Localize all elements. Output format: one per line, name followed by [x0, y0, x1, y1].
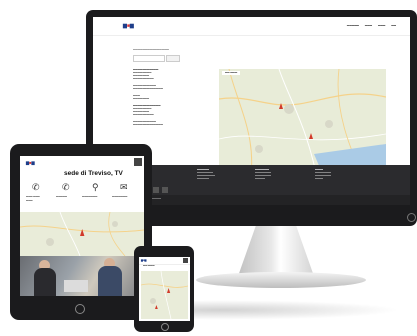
contact-block: ▬▬▬▬▬▬▬▬▬▬ ▬▬▬▬▬▬▬▬▬▬▬▬▬ [133, 121, 163, 126]
phone-screen: ▆■▆ ▬▬ ▬▬▬ [139, 257, 190, 321]
map-graphic [20, 212, 144, 256]
map-graphic [141, 271, 188, 319]
contact-block: ▬▬▬▬▬▬▬▬▬▬▬ ▬▬▬▬▬▬▬▬ ▬▬▬▬▬▬▬ ▬▬▬▬▬▬▬▬▬ [133, 69, 159, 80]
search-input[interactable] [133, 55, 165, 62]
power-button [407, 213, 416, 222]
fax-icon[interactable]: ✆ [62, 182, 70, 193]
footer-column: ▬▬▬▬▬▬▬ ▬▬▬▬▬▬▬▬ ▬▬▬▬▬▬▬▬ ▬▬▬▬▬ [255, 169, 271, 180]
desktop-menu: ▬▬▬▬▬ ▬▬▬ ▬▬▬ ▬▬ [347, 24, 396, 27]
desktop-logo[interactable]: ▆■▆ [123, 23, 134, 29]
contact-label: ▬▬▬ [26, 200, 33, 202]
phone-logo[interactable]: ▆■▆ [141, 259, 147, 262]
contact-block: ▬▬▬▬▬▬▬▬▬▬ ▬▬▬▬▬▬▬▬▬▬▬▬▬ [133, 85, 163, 90]
phone-map[interactable] [141, 271, 188, 319]
tablet-logo[interactable]: ▆■▆ [26, 160, 35, 165]
social-icon[interactable] [162, 187, 168, 193]
footer-column: ▬▬▬▬▬▬ ▬▬▬▬▬▬▬▬ ▬▬▬▬▬▬▬▬▬ ▬▬▬▬▬▬ [197, 169, 215, 180]
menu-icon[interactable] [134, 158, 142, 166]
menu-item[interactable]: ▬▬▬ [378, 24, 385, 27]
phone-navbar: ▆■▆ [139, 257, 190, 265]
map-pin-icon[interactable]: ⚲ [92, 182, 99, 193]
social-links [153, 187, 168, 193]
contact-icons: ✆ ✆ ⚲ ✉ [20, 182, 144, 196]
home-button [75, 304, 85, 314]
menu-icon[interactable] [183, 258, 188, 263]
breadcrumb: ▬▬▬▬▬▬▬▬▬▬▬▬▬▬▬ [133, 48, 169, 51]
tablet-map[interactable] [20, 212, 144, 256]
contact-label: ▬▬▬▬▬▬▬ [112, 196, 128, 198]
page-title: sede di Treviso, TV [64, 170, 123, 177]
menu-item[interactable]: ▬▬ [391, 24, 396, 27]
menu-item[interactable]: ▬▬▬ [365, 24, 372, 27]
tablet-screen: ▆■▆ sede di Treviso, TV ✆ ✆ ⚲ ✉ ▬▬▬ ▬▬▬ … [20, 156, 144, 296]
map-type-tab[interactable]: ▬▬ ▬▬▬ [143, 265, 155, 267]
menu-item[interactable]: ▬▬▬▬▬ [347, 24, 359, 27]
monitor-base [196, 272, 366, 288]
search-button[interactable] [166, 55, 180, 62]
contact-label: ▬▬▬▬▬ [56, 196, 67, 198]
social-icon[interactable] [153, 187, 159, 193]
team-photo [20, 256, 144, 296]
contact-label: ▬▬▬▬▬▬▬ [82, 196, 98, 198]
tablet-navbar: ▆■▆ [20, 156, 144, 168]
footer-column: ▬▬▬▬ ▬▬▬▬▬▬▬▬ ▬▬▬▬▬▬▬▬ ▬▬▬▬ [315, 169, 331, 180]
contact-list: ▬▬▬▬▬▬▬▬▬▬▬ ▬▬▬▬▬▬▬▬ ▬▬▬▬▬▬▬ ▬▬▬▬▬▬▬▬▬ ▬▬▬▬… [133, 69, 213, 131]
desktop-navbar: ▆■▆ ▬▬▬▬▬ ▬▬▬ ▬▬▬ ▬▬ [93, 17, 410, 36]
phone-icon[interactable]: ✆ [32, 182, 40, 193]
contact-block: ▬▬▬▬▬▬▬▬▬▬▬▬ ▬▬▬▬▬▬▬▬ ▬▬▬▬▬▬▬ ▬▬▬▬▬▬▬▬▬ [133, 105, 161, 116]
map-type-tab[interactable]: ▬▬ ▬▬▬ [222, 71, 241, 75]
email-icon[interactable]: ✉ [120, 182, 128, 193]
monitor-stand [237, 226, 315, 278]
home-button [161, 323, 169, 331]
contact-label: ▬▬▬ ▬▬▬ [26, 196, 40, 198]
contact-block: ▬▬▬ ▬▬▬▬▬▬▬ [133, 95, 150, 100]
